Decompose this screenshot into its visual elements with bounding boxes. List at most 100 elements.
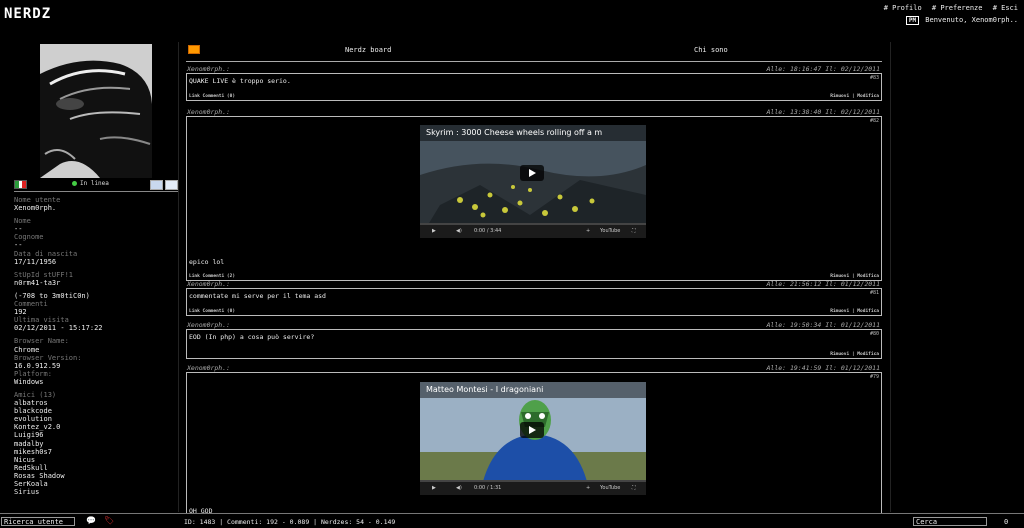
youtube-logo-icon[interactable]: YouTube — [600, 228, 620, 234]
welcome-bar: PM Benvenuto, Xenom0rph.. — [905, 16, 1018, 25]
online-status: In linea — [72, 180, 109, 187]
profile-info: Nome utente Xenom0rph. Nome -- Cognome -… — [14, 196, 178, 496]
profile-divider — [14, 191, 178, 192]
post-link-comments[interactable]: Link Commenti (0) — [189, 94, 235, 99]
field-label: Data di nascita — [14, 249, 78, 258]
video-controls: ▶ ◀) 0:00 / 3:44 + YouTube ⛶ — [420, 223, 646, 238]
add-friend-icon[interactable] — [150, 180, 163, 190]
post-number: #83 — [869, 75, 879, 81]
friend-link[interactable]: albatros — [14, 399, 178, 407]
post-number: #80 — [869, 331, 879, 337]
friend-link[interactable]: Luigi96 — [14, 431, 178, 439]
volume-icon[interactable]: ◀) — [456, 485, 462, 491]
friend-link[interactable]: RedSkull — [14, 464, 178, 472]
friend-link[interactable]: mikesh0s7 — [14, 448, 178, 456]
video-time: 0:00 / 1:31 — [474, 485, 502, 491]
field-value: Chrome — [14, 345, 40, 354]
field-label: Ultima visita — [14, 316, 69, 325]
top-navigation: # Profilo # Preferenze # Esci — [878, 4, 1018, 12]
embedded-video-player[interactable]: Skyrim : 3000 Cheese wheels rolling off … — [420, 125, 646, 238]
field-label: Cognome — [14, 233, 44, 242]
video-play-icon[interactable] — [520, 422, 544, 438]
field-label: StUpId stUFF!1 — [14, 270, 74, 279]
chat-icon[interactable]: 💬 — [86, 516, 96, 525]
fullscreen-icon[interactable]: ⛶ — [632, 485, 636, 491]
friend-link[interactable]: evolution — [14, 415, 178, 423]
video-controls: ▶ ◀) 0:00 / 1:31 + YouTube ⛶ — [420, 480, 646, 495]
video-title[interactable]: Skyrim : 3000 Cheese wheels rolling off … — [420, 125, 646, 141]
right-column-divider — [890, 42, 891, 512]
nav-profilo-link[interactable]: # Profilo — [884, 4, 922, 12]
search-input[interactable] — [913, 517, 987, 526]
post-box: #81 commentate mi serve per il tema asd … — [186, 288, 882, 316]
post-header: Xenom0rph.: Alle: 19:50:34 Il: 01/12/201… — [186, 320, 882, 329]
friend-link[interactable]: blackcode — [14, 407, 178, 415]
add-icon[interactable]: + — [586, 228, 590, 234]
field-value: 192 — [14, 308, 27, 317]
fullscreen-icon[interactable]: ⛶ — [632, 228, 636, 234]
field-value: (-708 to 3m0tiC0n) — [14, 291, 90, 300]
user-avatar — [40, 44, 152, 178]
user-search-input[interactable] — [1, 517, 75, 526]
profile-status-row: In linea — [14, 180, 178, 190]
post-author[interactable]: Xenom0rph.: — [187, 108, 230, 116]
field-value: -- — [14, 225, 23, 234]
field-value: n0rm41-ta3r — [14, 278, 61, 287]
tab-chi-sono[interactable]: Chi sono — [694, 46, 728, 54]
video-thumbnail — [420, 125, 646, 238]
post-text: epico lol — [189, 258, 225, 266]
rss-feed-icon[interactable] — [188, 45, 200, 54]
play-icon[interactable]: ▶ — [432, 228, 436, 234]
post-author[interactable]: Xenom0rph.: — [187, 364, 230, 372]
volume-icon[interactable]: ◀) — [456, 228, 462, 234]
private-message-icon[interactable]: PM — [905, 16, 920, 25]
post-actions[interactable]: Rimuovi | Modifica — [830, 309, 879, 314]
site-stats: ID: 1483 | Commenti: 192 - 0.089 | Nerdz… — [184, 518, 396, 526]
post-date: Alle: 19:50:34 Il: 01/12/2011 — [766, 321, 881, 329]
post-author[interactable]: Xenom0rph.: — [187, 321, 230, 329]
youtube-logo-icon[interactable]: YouTube — [600, 485, 620, 491]
field-label: Browser Version: — [14, 353, 82, 362]
add-icon[interactable]: + — [586, 485, 590, 491]
friend-link[interactable]: Sirius — [14, 488, 178, 496]
post-author[interactable]: Xenom0rph.: — [187, 65, 230, 73]
post-link-comments[interactable]: Link Commenti (0) — [189, 309, 235, 314]
post-actions[interactable]: Rimuovi | Modifica — [830, 352, 879, 357]
friend-link[interactable]: SerKoala — [14, 480, 178, 488]
post-date: Alle: 21:56:12 Il: 01/12/2011 — [766, 280, 881, 288]
bottom-bar: 💬 🏷 ID: 1483 | Commenti: 192 - 0.089 | N… — [0, 513, 1024, 528]
field-value: Xenom0rph. — [14, 204, 57, 213]
post-79: Xenom0rph.: Alle: 19:41:59 Il: 01/12/201… — [186, 363, 882, 518]
play-icon[interactable]: ▶ — [432, 485, 436, 491]
tag-icon[interactable]: 🏷 — [104, 516, 114, 525]
post-number: #81 — [869, 290, 879, 296]
site-logo[interactable]: NERDZ — [4, 6, 51, 22]
friend-link[interactable]: Nicus — [14, 456, 178, 464]
video-play-icon[interactable] — [520, 165, 544, 181]
post-83: Xenom0rph.: Alle: 18:16:47 Il: 02/12/201… — [186, 64, 882, 101]
video-thumbnail — [420, 382, 646, 495]
nav-preferenze-link[interactable]: # Preferenze — [932, 4, 983, 12]
post-date: Alle: 19:41:59 Il: 01/12/2011 — [766, 364, 881, 372]
online-dot-icon — [72, 181, 77, 186]
contact-icon[interactable] — [165, 180, 178, 190]
friend-link[interactable]: Kontez_v2.0 — [14, 423, 178, 431]
post-actions[interactable]: Rimuovi | Modifica — [830, 94, 879, 99]
notification-count[interactable]: 0 — [1004, 518, 1008, 526]
post-text: EOD (In php) a cosa può servire? — [189, 333, 315, 341]
video-title[interactable]: Matteo Montesi - I dragoniani — [420, 382, 646, 398]
embedded-video-player[interactable]: Matteo Montesi - I dragoniani ▶ ◀) 0:00 … — [420, 382, 646, 495]
field-label: Commenti — [14, 300, 48, 309]
nav-esci-link[interactable]: # Esci — [993, 4, 1018, 12]
post-author[interactable]: Xenom0rph.: — [187, 280, 230, 288]
post-text: commentate mi serve per il tema asd — [189, 292, 326, 300]
post-header: Xenom0rph.: Alle: 21:56:12 Il: 01/12/201… — [186, 279, 882, 288]
friend-link[interactable]: madalby — [14, 440, 178, 448]
friend-link[interactable]: Rosas Shadow — [14, 472, 178, 480]
tab-nerdz-board[interactable]: Nerdz board — [345, 46, 391, 54]
post-box: #80 EOD (In php) a cosa può servire? Rim… — [186, 329, 882, 359]
alien-avatar-image — [40, 44, 152, 178]
post-number: #79 — [869, 374, 879, 380]
tabs-divider — [186, 61, 882, 62]
field-label: Browser Name: — [14, 337, 69, 346]
